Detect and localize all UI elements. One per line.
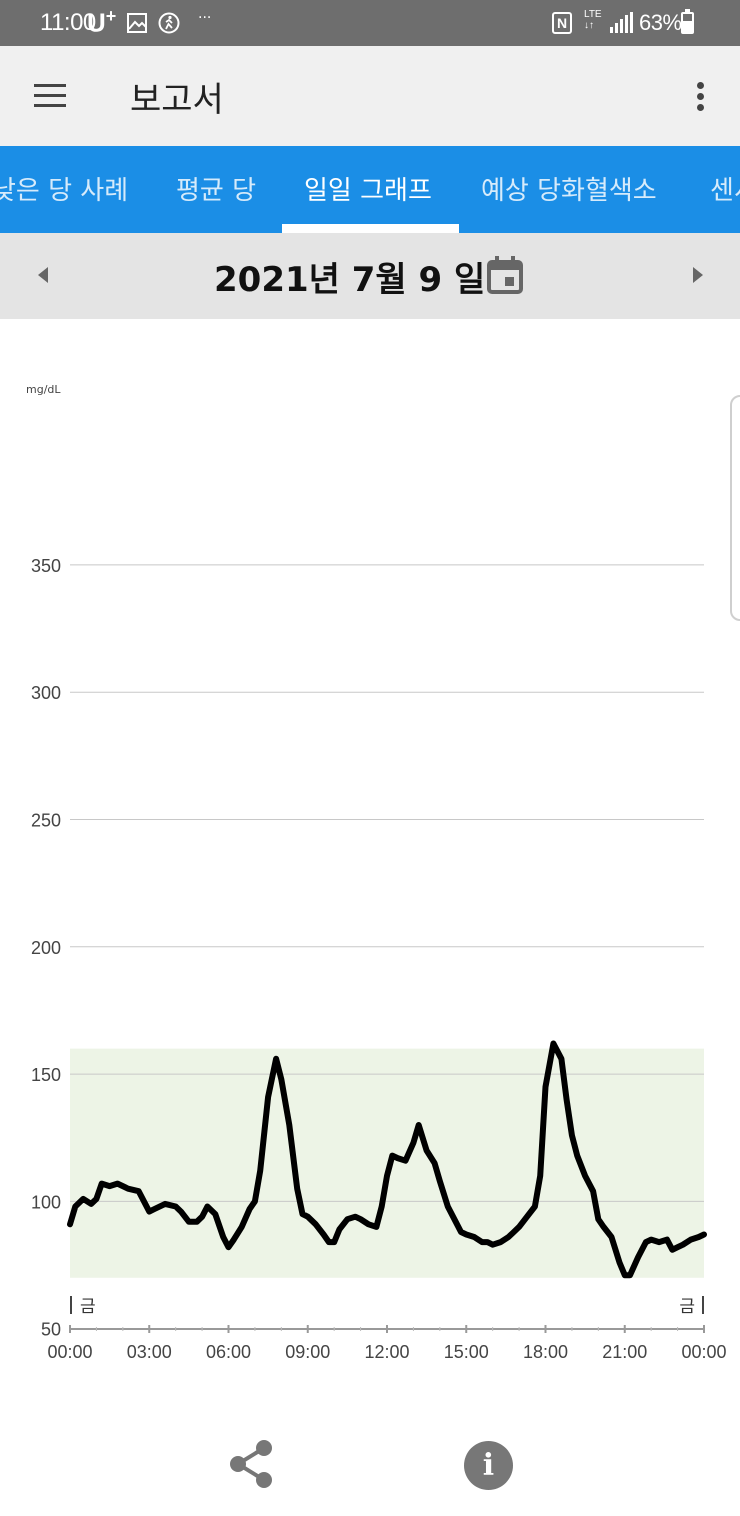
menu-icon-bar <box>34 94 66 97</box>
edge-panel-handle[interactable] <box>730 395 740 621</box>
y-tick-label: 350 <box>31 556 61 576</box>
target-range-band <box>70 1048 704 1278</box>
battery-icon <box>681 9 694 34</box>
selected-date: 2021년 7월 9 일 <box>214 260 486 300</box>
tab-low-glucose-events[interactable]: 낮은 당 사례 <box>0 170 128 207</box>
bottom-actions: i <box>0 1400 740 1516</box>
more-vert-icon <box>697 82 704 89</box>
battery-level-fill <box>683 20 692 32</box>
day-label-end: 금 <box>679 1297 695 1317</box>
next-day-button[interactable] <box>680 258 716 294</box>
x-tick-label: 18:00 <box>523 1342 568 1362</box>
gallery-icon <box>127 13 147 33</box>
battery-percent: 63% <box>639 10 682 35</box>
x-tick-label: 00:00 <box>681 1342 726 1362</box>
lte-icon: LTE ↓↑ <box>584 9 602 31</box>
y-tick-label: 50 <box>41 1320 61 1340</box>
y-tick-label: 300 <box>31 683 61 703</box>
report-tabs: 낮은 당 사례 평균 당 일일 그래프 예상 당화혈색소 센서 <box>0 146 740 233</box>
x-tick-label: 06:00 <box>206 1342 251 1362</box>
carrier-logo: U+ <box>87 6 117 38</box>
info-button[interactable]: i <box>464 1441 513 1490</box>
info-icon: i <box>482 1448 495 1483</box>
x-tick-label: 09:00 <box>285 1342 330 1362</box>
x-tick-label: 21:00 <box>602 1342 647 1362</box>
signal-icon <box>610 12 633 33</box>
menu-icon-bar <box>34 104 66 107</box>
page-title: 보고서 <box>130 80 224 120</box>
nfc-icon: N <box>552 12 572 34</box>
day-label-start: 금 <box>80 1297 96 1317</box>
more-notifications-icon: ··· <box>198 10 212 26</box>
y-tick-label: 150 <box>31 1065 61 1085</box>
x-tick-label: 00:00 <box>47 1342 92 1362</box>
y-tick-label: 250 <box>31 811 61 831</box>
more-vert-icon-dot <box>697 93 704 100</box>
date-navigator: 2021년 7월 9 일 <box>0 233 740 319</box>
status-bar: 11:00 U+ ··· N LTE ↓↑ 63% <box>0 0 740 46</box>
more-vert-icon-dot <box>697 104 704 111</box>
app-bar: 보고서 <box>0 46 740 146</box>
x-tick-label: 12:00 <box>364 1342 409 1362</box>
tab-sensor[interactable]: 센서 <box>710 170 740 207</box>
y-tick-label: 100 <box>31 1192 61 1212</box>
calendar-icon[interactable] <box>486 255 524 295</box>
x-tick-label: 03:00 <box>127 1342 172 1362</box>
y-tick-label: 200 <box>31 938 61 958</box>
tab-daily-graph[interactable]: 일일 그래프 <box>304 170 432 207</box>
menu-button[interactable] <box>24 72 76 120</box>
tab-average-glucose[interactable]: 평균 당 <box>176 170 256 207</box>
activity-icon <box>158 12 180 34</box>
x-tick-label: 15:00 <box>444 1342 489 1362</box>
menu-icon <box>34 84 66 87</box>
daily-glucose-chart: mg/dL3503002502001501005000:00 03:00 06:00… <box>26 383 727 1362</box>
tab-estimated-a1c[interactable]: 예상 당화혈색소 <box>481 170 657 207</box>
more-options-button[interactable] <box>680 74 720 118</box>
share-icon[interactable] <box>224 1438 278 1492</box>
y-axis-unit-label: mg/dL <box>26 383 61 396</box>
previous-day-button[interactable] <box>26 258 62 294</box>
active-tab-indicator <box>282 224 459 233</box>
